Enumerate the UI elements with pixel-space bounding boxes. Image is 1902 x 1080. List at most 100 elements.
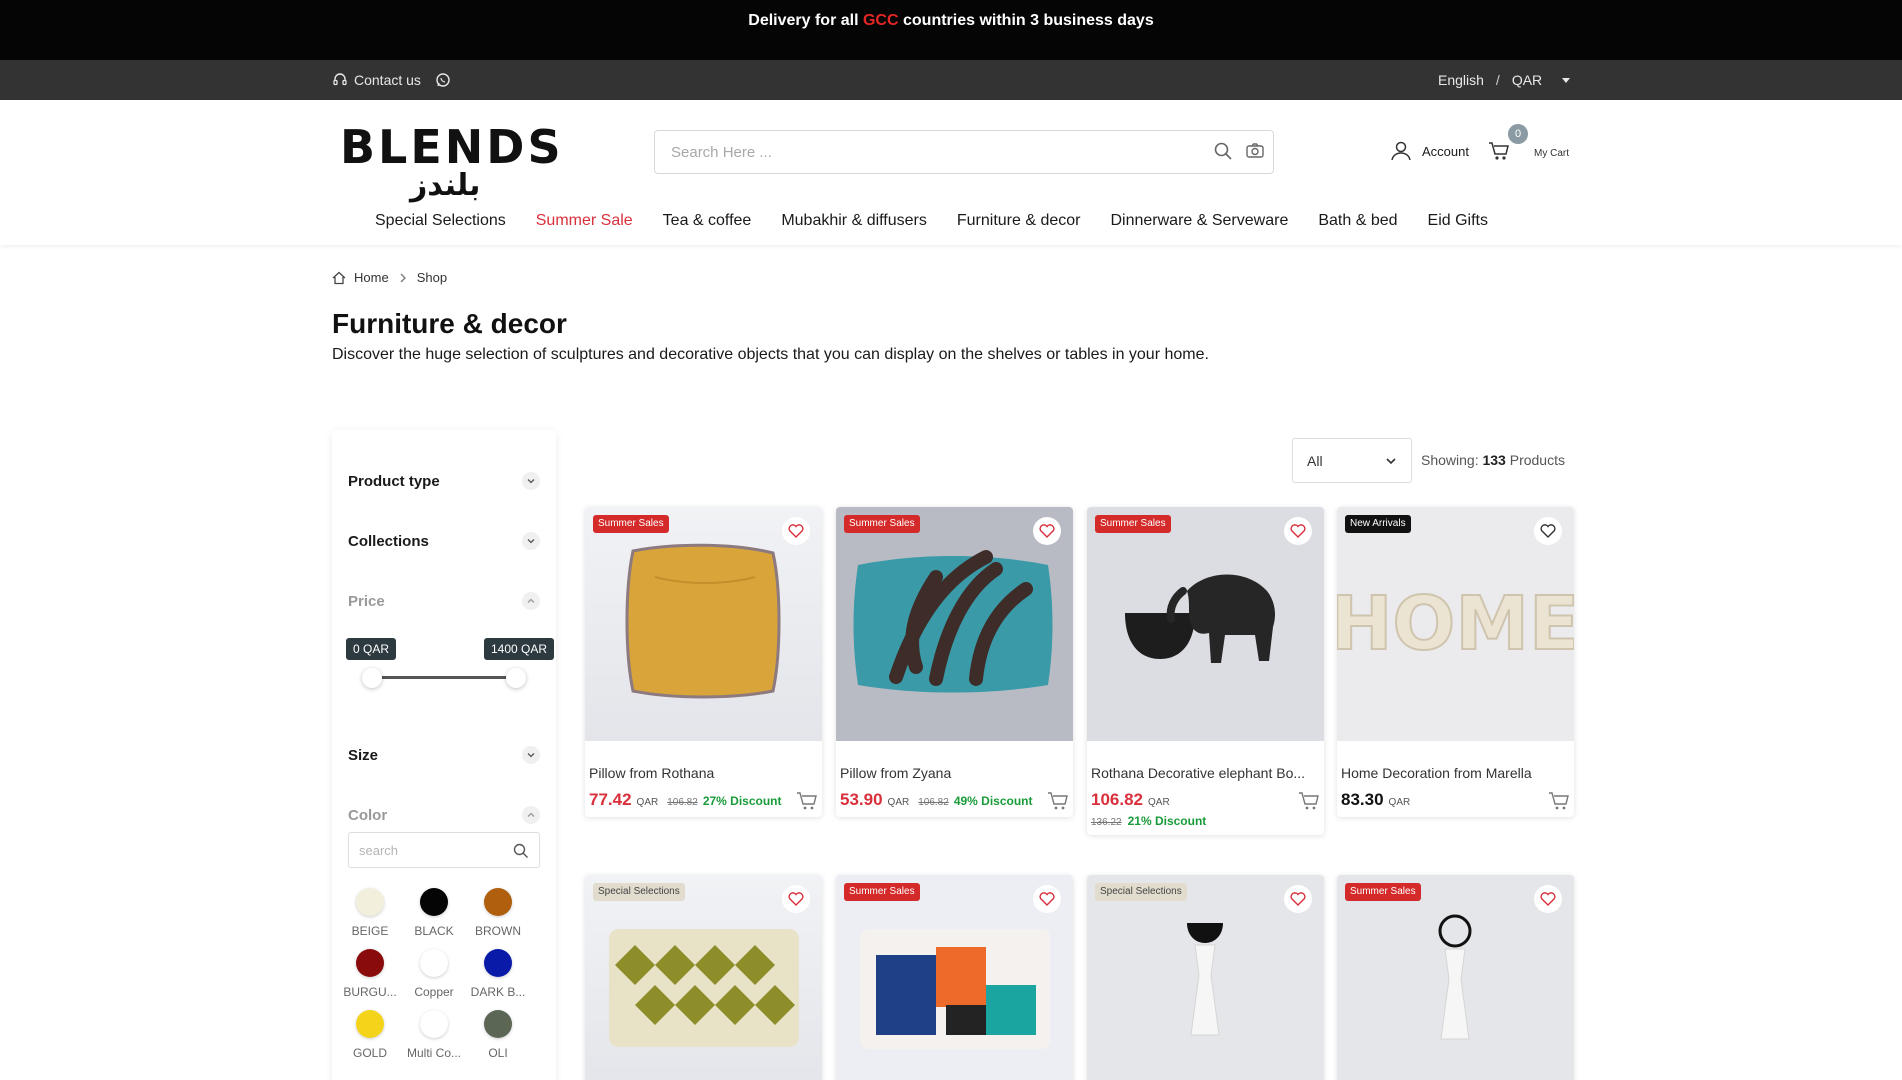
wishlist-heart-icon[interactable] bbox=[1284, 885, 1312, 913]
color-swatch[interactable]: OLI bbox=[468, 1010, 528, 1060]
product-discount: 49% Discount bbox=[953, 794, 1033, 808]
nav-furniture-decor[interactable]: Furniture & decor bbox=[957, 212, 1081, 230]
currency-label[interactable]: QAR bbox=[1512, 72, 1542, 88]
color-swatch[interactable]: BURGU... bbox=[340, 949, 400, 999]
product-card[interactable]: Summer Sales Rothana Decorative elephant… bbox=[1087, 507, 1324, 835]
nav-eid-gifts[interactable]: Eid Gifts bbox=[1428, 212, 1488, 230]
product-card[interactable]: Special Selections bbox=[1087, 875, 1324, 1080]
color-swatch-dot[interactable] bbox=[420, 888, 448, 916]
color-swatch-dot[interactable] bbox=[484, 949, 512, 977]
search-bar bbox=[654, 130, 1274, 174]
main-navigation: Special Selections Summer Sale Tea & cof… bbox=[375, 212, 1518, 230]
breadcrumb-current[interactable]: Shop bbox=[417, 270, 447, 285]
color-swatch-dot[interactable] bbox=[420, 949, 448, 977]
product-card[interactable]: Special Selections bbox=[585, 875, 822, 1080]
product-image[interactable] bbox=[585, 507, 822, 741]
home-icon[interactable] bbox=[332, 271, 346, 285]
add-to-cart-icon[interactable] bbox=[1298, 791, 1320, 811]
filter-product-type[interactable]: Product type bbox=[348, 472, 540, 490]
sort-select[interactable]: All bbox=[1292, 438, 1412, 483]
wishlist-heart-icon[interactable] bbox=[1033, 885, 1061, 913]
product-price-currency: QAR bbox=[887, 797, 910, 808]
breadcrumb-home[interactable]: Home bbox=[354, 270, 389, 285]
cart-link[interactable]: 0 My Cart bbox=[1488, 124, 1588, 176]
wishlist-heart-icon[interactable] bbox=[1534, 885, 1562, 913]
nav-bath-bed[interactable]: Bath & bed bbox=[1318, 212, 1397, 230]
filter-price[interactable]: Price bbox=[348, 592, 540, 610]
color-swatch-dot[interactable] bbox=[420, 1010, 448, 1038]
color-swatch-dot[interactable] bbox=[356, 949, 384, 977]
product-card[interactable]: Summer Sales Pillow from Rothana 77.42 Q… bbox=[585, 507, 822, 817]
price-slider-min-handle[interactable] bbox=[362, 668, 382, 688]
logo-text-ar: بلندز bbox=[410, 168, 481, 203]
whatsapp-icon[interactable] bbox=[435, 72, 451, 88]
color-swatch[interactable]: BEIGE bbox=[340, 888, 400, 938]
color-search-input[interactable] bbox=[349, 842, 499, 858]
product-tag: Summer Sales bbox=[844, 515, 920, 533]
wishlist-heart-icon[interactable] bbox=[1284, 517, 1312, 545]
color-swatch[interactable]: BROWN bbox=[468, 888, 528, 938]
add-to-cart-icon[interactable] bbox=[1548, 791, 1570, 811]
product-card[interactable]: Summer Sales bbox=[1337, 875, 1574, 1080]
contact-us-link[interactable]: Contact us bbox=[332, 60, 451, 100]
search-input[interactable] bbox=[655, 143, 1175, 161]
announcement-highlight: GCC bbox=[862, 12, 899, 29]
nav-mubakhir-diffusers[interactable]: Mubakhir & diffusers bbox=[781, 212, 927, 230]
nav-tea-coffee[interactable]: Tea & coffee bbox=[663, 212, 752, 230]
caret-down-icon[interactable] bbox=[1562, 77, 1571, 83]
chevron-down-icon[interactable] bbox=[522, 532, 540, 550]
blends-logo[interactable]: BLENDS بلندز bbox=[340, 120, 564, 204]
nav-summer-sale[interactable]: Summer Sale bbox=[536, 212, 633, 230]
color-swatch-dot[interactable] bbox=[484, 888, 512, 916]
add-to-cart-icon[interactable] bbox=[1047, 791, 1069, 811]
color-swatch[interactable]: DARK B... bbox=[468, 949, 528, 999]
color-swatch[interactable]: Copper bbox=[404, 949, 464, 999]
color-swatch-label: BLACK bbox=[414, 924, 454, 938]
product-price: 83.30 QAR bbox=[1341, 790, 1410, 810]
wishlist-heart-icon[interactable] bbox=[782, 517, 810, 545]
price-slider-fill bbox=[372, 676, 516, 679]
color-swatch-label: BEIGE bbox=[351, 924, 389, 938]
color-swatch-dot[interactable] bbox=[356, 1010, 384, 1038]
showing-suffix: Products bbox=[1509, 452, 1565, 468]
locale-selector[interactable]: English / QAR bbox=[1438, 60, 1571, 100]
logo-text-en: BLENDS bbox=[340, 120, 564, 174]
price-slider-max-handle[interactable] bbox=[506, 668, 526, 688]
color-swatch[interactable]: BLACK bbox=[404, 888, 464, 938]
chevron-up-icon[interactable] bbox=[522, 592, 540, 610]
product-price-value: 77.42 bbox=[589, 790, 632, 809]
product-name[interactable]: Pillow from Rothana bbox=[589, 765, 817, 781]
chevron-down-icon[interactable] bbox=[522, 746, 540, 764]
product-card[interactable]: Summer Sales Pillow from Zyana 53.90 QAR… bbox=[836, 507, 1073, 817]
language-label[interactable]: English bbox=[1438, 72, 1484, 88]
chevron-up-icon[interactable] bbox=[522, 806, 540, 824]
product-name[interactable]: Home Decoration from Marella bbox=[1341, 765, 1569, 781]
color-swatch-dot[interactable] bbox=[484, 1010, 512, 1038]
product-image[interactable]: HOME bbox=[1337, 507, 1574, 741]
chevron-down-icon[interactable] bbox=[522, 472, 540, 490]
product-name[interactable]: Rothana Decorative elephant Bo... bbox=[1091, 765, 1319, 781]
nav-special-selections[interactable]: Special Selections bbox=[375, 212, 506, 230]
color-swatch-dot[interactable] bbox=[356, 888, 384, 916]
wishlist-heart-icon[interactable] bbox=[782, 885, 810, 913]
color-swatch[interactable]: Multi Co... bbox=[404, 1010, 464, 1060]
product-card[interactable]: Summer Sales bbox=[836, 875, 1073, 1080]
camera-icon[interactable] bbox=[1245, 141, 1265, 161]
product-image[interactable] bbox=[836, 507, 1073, 741]
product-tag: Summer Sales bbox=[593, 515, 669, 533]
nav-dinnerware-serveware[interactable]: Dinnerware & Serveware bbox=[1110, 212, 1288, 230]
color-swatch[interactable]: GOLD bbox=[340, 1010, 400, 1060]
account-link[interactable]: Account bbox=[1390, 140, 1469, 162]
search-icon[interactable] bbox=[513, 843, 529, 859]
product-name[interactable]: Pillow from Zyana bbox=[840, 765, 1068, 781]
filter-color-label: Color bbox=[348, 806, 388, 824]
wishlist-heart-icon[interactable] bbox=[1534, 517, 1562, 545]
wishlist-heart-icon[interactable] bbox=[1033, 517, 1061, 545]
filter-collections[interactable]: Collections bbox=[348, 532, 540, 550]
product-image[interactable] bbox=[1087, 507, 1324, 741]
filter-size[interactable]: Size bbox=[348, 746, 540, 764]
filter-color[interactable]: Color bbox=[348, 806, 540, 824]
product-card[interactable]: HOME New Arrivals Home Decoration from M… bbox=[1337, 507, 1574, 817]
search-icon[interactable] bbox=[1213, 141, 1233, 161]
add-to-cart-icon[interactable] bbox=[796, 791, 818, 811]
